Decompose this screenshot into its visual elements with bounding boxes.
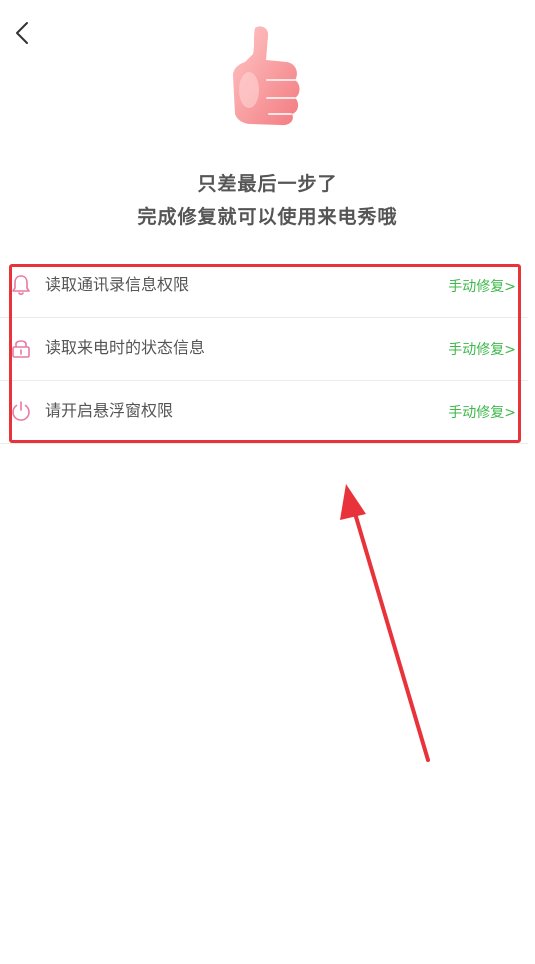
lock-icon bbox=[12, 340, 30, 358]
permission-row-overlay[interactable]: 请开启悬浮窗权限 手动修复> bbox=[0, 381, 528, 444]
chevron-left-icon bbox=[16, 22, 28, 44]
bell-icon bbox=[12, 275, 30, 295]
headline-line-2: 完成修复就可以使用来电秀哦 bbox=[137, 206, 398, 228]
permission-label: 读取通讯录信息权限 bbox=[45, 275, 190, 294]
manual-fix-link[interactable]: 手动修复> bbox=[448, 338, 516, 362]
thumbs-up-icon bbox=[233, 26, 300, 126]
headline-line-1: 只差最后一步了 bbox=[197, 173, 338, 195]
annotation-arrow-icon bbox=[340, 484, 430, 762]
back-button[interactable] bbox=[8, 18, 36, 48]
permission-row-contacts[interactable]: 读取通讯录信息权限 手动修复> bbox=[0, 255, 528, 318]
headline: 只差最后一步了 完成修复就可以使用来电秀哦 bbox=[0, 168, 535, 234]
manual-fix-link[interactable]: 手动修复> bbox=[448, 401, 516, 425]
permission-label: 请开启悬浮窗权限 bbox=[45, 401, 174, 420]
permission-list: 读取通讯录信息权限 手动修复> 读取来电时的状态信息 手动修复> 请开启悬浮窗权… bbox=[0, 255, 528, 444]
permission-row-call-state[interactable]: 读取来电时的状态信息 手动修复> bbox=[0, 318, 528, 381]
manual-fix-link[interactable]: 手动修复> bbox=[448, 275, 516, 299]
power-icon bbox=[12, 401, 30, 421]
permission-label: 读取来电时的状态信息 bbox=[45, 338, 206, 357]
